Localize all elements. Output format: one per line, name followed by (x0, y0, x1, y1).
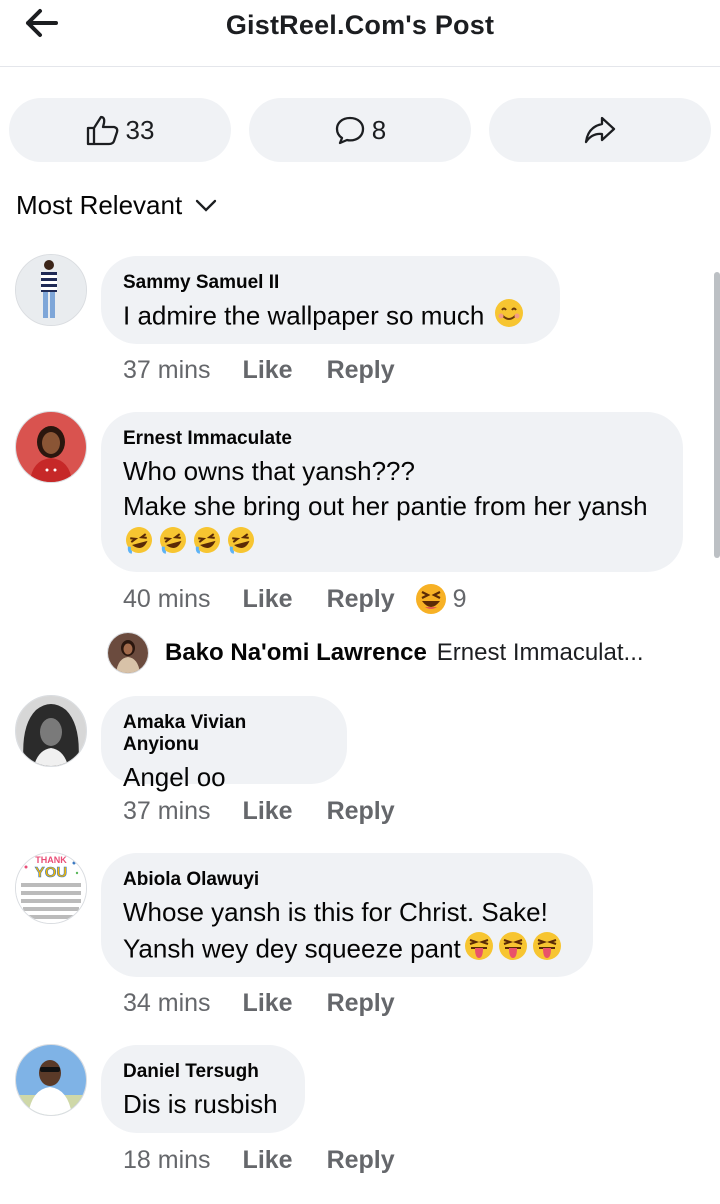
comment-bubble[interactable]: Abiola Olawuyi Whose yansh is this for C… (101, 853, 593, 977)
avatar-image (16, 696, 86, 766)
like-button[interactable]: 33 (9, 98, 231, 162)
avatar[interactable] (15, 254, 87, 326)
like-icon (86, 115, 118, 146)
comment-bubble[interactable]: Sammy Samuel II I admire the wallpaper s… (101, 256, 560, 344)
comment-text-line: Yansh wey dey squeeze pant (123, 930, 571, 971)
avatar[interactable]: THANK YOU (15, 852, 87, 924)
comment-meta: 34 mins Like Reply (123, 989, 395, 1018)
avatar-image (108, 633, 148, 673)
comment-text-line: Make she bring out her pantie from her y… (123, 491, 648, 521)
app-header: GistReel.Com's Post (0, 0, 720, 67)
chevron-down-icon (196, 199, 217, 212)
tongue-emoji (463, 930, 563, 971)
comment-author[interactable]: Daniel Tersugh (123, 1061, 283, 1083)
comment-author[interactable]: Ernest Immaculate (123, 428, 661, 450)
comment-author[interactable]: Abiola Olawuyi (123, 869, 571, 891)
avatar[interactable] (107, 632, 149, 674)
scrollbar[interactable] (714, 272, 720, 558)
reaction-count: 9 (452, 584, 467, 613)
avatar-image: THANK YOU (16, 853, 86, 923)
squint-emoji (415, 584, 446, 614)
comment-bubble[interactable]: Ernest Immaculate Who owns that yansh???… (101, 412, 683, 572)
comment-count: 8 (371, 114, 387, 145)
share-icon (584, 116, 616, 144)
comment-reply-button[interactable]: Reply (327, 1146, 395, 1175)
reply-text: Ernest Immaculat... (436, 639, 644, 666)
like-count: 33 (125, 114, 155, 145)
comment-like-button[interactable]: Like (243, 797, 293, 826)
comment-meta: 37 mins Like Reply (123, 797, 395, 826)
comment-time[interactable]: 37 mins (123, 797, 211, 826)
avatar[interactable] (15, 411, 87, 483)
comment-meta: 37 mins Like Reply (123, 356, 395, 385)
comment-reactions[interactable]: 9 (415, 583, 467, 615)
comment-meta: 40 mins Like Reply 9 (123, 583, 467, 615)
comment-button[interactable]: 8 (249, 98, 471, 162)
comment-time[interactable]: 34 mins (123, 989, 211, 1018)
page-title: GistReel.Com's Post (225, 10, 495, 40)
comment-like-button[interactable]: Like (243, 585, 293, 614)
comment-text-line: Whose yansh is this for Christ. Sake! (123, 897, 548, 927)
avatar-image (16, 255, 86, 325)
comment-time[interactable]: 40 mins (123, 585, 211, 614)
laugh-emoji-row (123, 524, 661, 558)
comment-like-button[interactable]: Like (243, 989, 293, 1018)
comment-reply-button[interactable]: Reply (327, 356, 395, 385)
comment-like-button[interactable]: Like (243, 356, 293, 385)
comment-text: Angel oo (123, 762, 226, 792)
comment-time[interactable]: 18 mins (123, 1146, 211, 1175)
avatar-you-text: YOU (35, 864, 68, 881)
avatar[interactable] (15, 1044, 87, 1116)
smile-emoji (494, 298, 524, 337)
laugh-emoji (126, 527, 254, 554)
comment-reply-button[interactable]: Reply (327, 585, 395, 614)
avatar[interactable] (15, 695, 87, 767)
comment-bubble[interactable]: Amaka Vivian Anyionu Angel oo (101, 696, 347, 792)
comment-text: Dis is rusbish (123, 1089, 278, 1119)
comment-bubble[interactable]: Daniel Tersugh Dis is rusbish (101, 1045, 305, 1133)
reply-preview[interactable]: Bako Na'omi Lawrence Ernest Immaculat... (107, 631, 644, 675)
comment-reply-button[interactable]: Reply (327, 797, 395, 826)
comment-text: I admire the wallpaper so much (123, 298, 538, 337)
comment-text-line: Who owns that yansh??? (123, 456, 415, 486)
comment-reply-button[interactable]: Reply (327, 989, 395, 1018)
comment-meta: 18 mins Like Reply (123, 1146, 395, 1175)
comment-author[interactable]: Sammy Samuel II (123, 272, 538, 294)
comment-author[interactable]: Amaka Vivian Anyionu (123, 712, 325, 756)
sort-label: Most Relevant (16, 190, 183, 220)
avatar-image (16, 1045, 86, 1115)
avatar-image (16, 412, 86, 482)
reply-author[interactable]: Bako Na'omi Lawrence (165, 639, 427, 667)
comment-time[interactable]: 37 mins (123, 356, 211, 385)
share-button[interactable] (489, 98, 711, 162)
comment-like-button[interactable]: Like (243, 1146, 293, 1175)
sort-dropdown[interactable]: Most Relevant (16, 190, 218, 221)
comment-icon (335, 116, 364, 145)
